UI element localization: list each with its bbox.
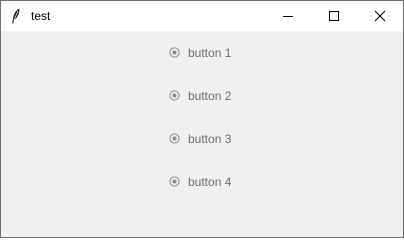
radio-label: button 4 xyxy=(188,175,232,189)
minimize-button[interactable] xyxy=(265,1,311,31)
close-icon xyxy=(374,10,386,22)
client-area: button 1 button 2 button 3 button 4 xyxy=(1,31,403,237)
radio-label: button 2 xyxy=(188,89,232,103)
radio-button-2[interactable]: button 2 xyxy=(169,88,259,104)
radio-circle-icon xyxy=(169,90,180,101)
radio-button-4[interactable]: button 4 xyxy=(169,174,259,190)
app-window: test button 1 button 2 button 3 button 4 xyxy=(0,0,404,238)
radio-label: button 1 xyxy=(188,46,232,60)
feather-icon xyxy=(12,8,20,24)
minimize-icon xyxy=(283,16,293,17)
window-title: test xyxy=(31,9,51,23)
maximize-icon xyxy=(329,11,339,21)
radio-label: button 3 xyxy=(188,132,232,146)
maximize-button[interactable] xyxy=(311,1,357,31)
radio-circle-icon xyxy=(169,47,180,58)
radio-circle-icon xyxy=(169,176,180,187)
title-bar[interactable]: test xyxy=(1,1,403,31)
close-button[interactable] xyxy=(357,1,403,31)
radio-button-3[interactable]: button 3 xyxy=(169,131,259,147)
radio-circle-icon xyxy=(169,133,180,144)
radio-button-1[interactable]: button 1 xyxy=(169,45,259,61)
